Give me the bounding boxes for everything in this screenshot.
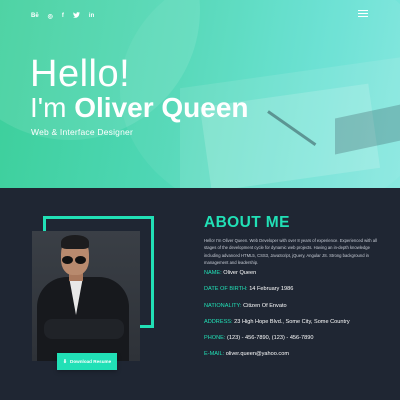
info-address: ADDRESS: 23 High Hope Blvd., Some City, … xyxy=(204,319,350,325)
behance-icon[interactable]: Bē xyxy=(31,13,39,19)
info-label: NAME: xyxy=(204,270,222,276)
about-title: ABOUT ME xyxy=(204,214,290,231)
info-value: (123) - 456-7890, (123) - 456-7890 xyxy=(227,335,314,342)
info-phone: PHONE: (123) - 456-7890, (123) - 456-789… xyxy=(204,335,350,341)
info-value: Citizen Of Envato xyxy=(243,302,287,309)
download-icon: ⬇ xyxy=(62,358,68,365)
hero-name-line: I'm Oliver Queen xyxy=(30,94,249,122)
info-value[interactable]: oliver.queen@yahoo.com xyxy=(226,351,289,357)
hero-intro: I'm xyxy=(30,92,67,123)
info-name: NAME: Oliver Queen xyxy=(204,270,350,276)
social-links: Bē ◎ f in xyxy=(31,12,94,20)
download-resume-label: Download Resume xyxy=(70,359,112,364)
linkedin-icon[interactable]: in xyxy=(89,13,94,19)
info-label: PHONE: xyxy=(204,335,226,342)
info-nationality: NATIONALITY: Citizen Of Envato xyxy=(204,303,350,309)
hero-section: Bē ◎ f in Hello! I'm Oliver Queen Web & … xyxy=(0,0,400,188)
dribbble-icon[interactable]: ◎ xyxy=(48,13,53,20)
info-value: 23 High Hope Blvd., Some City, Some Coun… xyxy=(234,318,350,325)
about-section: ⬇ Download Resume ABOUT ME Hello! I'm Ol… xyxy=(0,188,400,400)
info-value: Oliver Queen xyxy=(223,270,257,276)
info-label: DATE OF BIRTH: xyxy=(204,286,248,293)
hero-role: Web & Interface Designer xyxy=(31,127,133,137)
profile-photo xyxy=(32,231,140,361)
about-bio: Hello! I'm Oliver Queen. Web Developer w… xyxy=(204,238,377,266)
info-date-of-birth: DATE OF BIRTH: 14 February 1986 xyxy=(204,286,350,292)
hero-name: Oliver Queen xyxy=(74,92,249,123)
personal-info-list: NAME: Oliver Queen DATE OF BIRTH: 14 Feb… xyxy=(204,270,350,368)
photo-crossed-arms xyxy=(44,319,124,339)
hamburger-menu-icon[interactable] xyxy=(358,10,368,18)
twitter-icon[interactable] xyxy=(72,12,80,20)
facebook-icon[interactable]: f xyxy=(62,13,64,19)
info-label: E-MAIL: xyxy=(204,351,225,358)
info-label: NATIONALITY: xyxy=(204,302,242,309)
info-label: ADDRESS: xyxy=(204,318,233,325)
info-value: 14 February 1986 xyxy=(249,286,294,293)
hero-greeting: Hello! xyxy=(30,53,131,95)
download-resume-button[interactable]: ⬇ Download Resume xyxy=(57,353,117,370)
photo-hair xyxy=(61,235,89,249)
photo-sunglasses xyxy=(62,251,89,264)
info-email: E-MAIL: oliver.queen@yahoo.com xyxy=(204,351,350,357)
